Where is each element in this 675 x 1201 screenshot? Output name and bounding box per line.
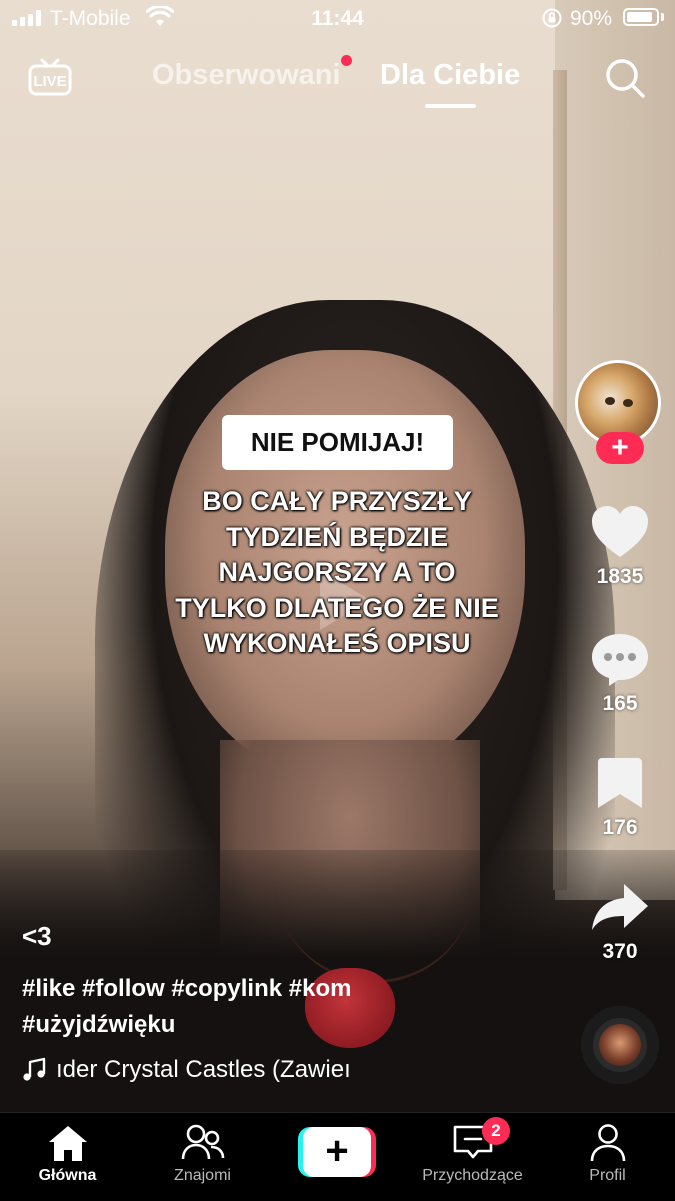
comment-icon (592, 634, 648, 686)
music-title: ıder Crystal Castles (Zawieı (56, 1056, 351, 1083)
nav-friends[interactable]: Znajomi (135, 1113, 270, 1201)
hashtags[interactable]: #like #follow #copylink #kom #użyjdźwięk… (22, 971, 402, 1043)
hashtags-line[interactable]: #użyjdźwięku (22, 1007, 402, 1043)
caption-line: WYKONAŁEŚ OPISU (203, 628, 471, 658)
caption-line: TYLKO DLATEGO ŻE NIE (175, 592, 499, 623)
battery-icon (623, 8, 659, 26)
share-count: 370 (602, 940, 638, 963)
inbox-badge: 2 (482, 1117, 510, 1145)
caption-line: NAJGORSZY A TO (218, 557, 456, 587)
nav-friends-label: Znajomi (174, 1167, 231, 1184)
battery-tip (661, 13, 664, 21)
svg-text:LIVE: LIVE (33, 73, 66, 90)
rotation-lock-icon (542, 8, 562, 28)
music-note-icon (23, 1057, 46, 1081)
music-disc[interactable] (581, 1006, 659, 1084)
video-caption-box: NIE POMIJAJ! (222, 415, 453, 470)
video-description: <3 (22, 921, 52, 951)
tab-for-you[interactable]: Dla Ciebie (380, 59, 520, 92)
bookmark-icon (598, 758, 642, 808)
search-icon[interactable] (603, 56, 647, 100)
notification-dot (341, 55, 352, 66)
tab-following[interactable]: Obserwowani (152, 59, 341, 92)
bookmark-button[interactable]: 176 (585, 756, 655, 840)
plus-icon: + (303, 1127, 371, 1177)
share-button[interactable]: 370 (585, 880, 655, 964)
nav-home-label: Główna (38, 1167, 97, 1184)
nav-inbox[interactable]: Przychodzące (405, 1113, 540, 1201)
music-disc-cover (599, 1024, 641, 1066)
share-icon (592, 884, 648, 930)
video-caption-text: BO CAŁY PRZYSZŁY TYDZIEŃ BĘDZIE NAJGORSZ… (120, 484, 554, 662)
battery-percent: 90% (570, 7, 613, 30)
home-icon (48, 1126, 87, 1161)
like-button[interactable]: 1835 (585, 505, 655, 589)
like-count: 1835 (596, 565, 644, 588)
nav-home[interactable]: Główna (0, 1113, 135, 1201)
status-bar: T-Mobile 11:44 90% (0, 0, 675, 40)
heart-icon (592, 506, 648, 557)
active-tab-indicator (425, 104, 476, 108)
nav-inbox-label: Przychodzące (422, 1167, 523, 1184)
nav-profile[interactable]: Profil (540, 1113, 675, 1201)
avatar-cat-eye (605, 397, 615, 405)
comment-count: 165 (602, 692, 638, 715)
follow-button[interactable]: + (596, 432, 644, 464)
caption-line: BO CAŁY PRZYSZŁY (202, 486, 472, 516)
music-info[interactable]: ıder Crystal Castles (Zawieı (22, 1056, 382, 1084)
friends-icon (181, 1124, 224, 1160)
live-icon[interactable]: LIVE (28, 56, 72, 100)
comment-button[interactable]: 165 (585, 632, 655, 716)
nav-profile-label: Profil (589, 1167, 626, 1184)
caption-line: TYDZIEŃ BĘDZIE (225, 521, 448, 552)
hashtags-line[interactable]: #like #follow #copylink #kom (22, 971, 402, 1007)
create-button[interactable]: + (298, 1127, 376, 1177)
bookmark-count: 176 (602, 816, 638, 839)
avatar-cat-eye (623, 399, 633, 407)
profile-icon (590, 1124, 625, 1162)
